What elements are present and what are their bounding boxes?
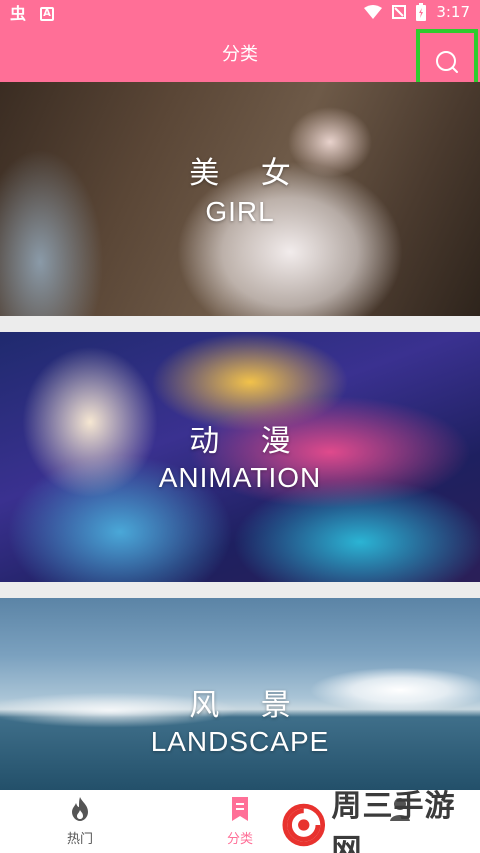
flame-icon — [72, 797, 88, 821]
category-card-animation[interactable]: 动 漫 ANIMATION — [0, 332, 480, 582]
category-en-title: LANDSCAPE — [150, 726, 330, 757]
app-notification-icon: 虫 — [10, 4, 27, 23]
category-card-girl[interactable]: 美 女 GIRL — [0, 82, 480, 316]
battery-icon — [416, 3, 427, 21]
tab-category-label: 分类 — [226, 832, 253, 847]
category-en-title: GIRL — [205, 196, 275, 227]
notification-badge-icon: A — [40, 7, 55, 21]
no-signal-icon — [392, 5, 407, 19]
tab-hot[interactable]: 热门 — [40, 794, 120, 850]
tab-hot-label: 热门 — [66, 832, 93, 847]
category-cn-title: 动 漫 — [189, 424, 307, 459]
search-icon — [436, 51, 458, 73]
watermark-logo-icon — [282, 803, 326, 847]
app-bar: 分类 — [0, 28, 480, 97]
watermark-text: 周三手游网 — [331, 789, 456, 853]
status-time: 3:17 — [436, 3, 470, 21]
category-en-title: ANIMATION — [158, 462, 322, 493]
status-bar: 虫 A 3:17 — [0, 0, 480, 28]
tab-category[interactable]: 分类 — [200, 794, 280, 850]
watermark: 周三手游网 — [282, 789, 478, 853]
category-card-landscape[interactable]: 风 景 LANDSCAPE — [0, 598, 480, 790]
category-cn-title: 美 女 — [189, 156, 307, 191]
category-cn-title: 风 景 — [189, 688, 307, 723]
page-title: 分类 — [222, 44, 258, 65]
wifi-icon — [364, 5, 383, 19]
bookmark-icon — [232, 797, 248, 821]
